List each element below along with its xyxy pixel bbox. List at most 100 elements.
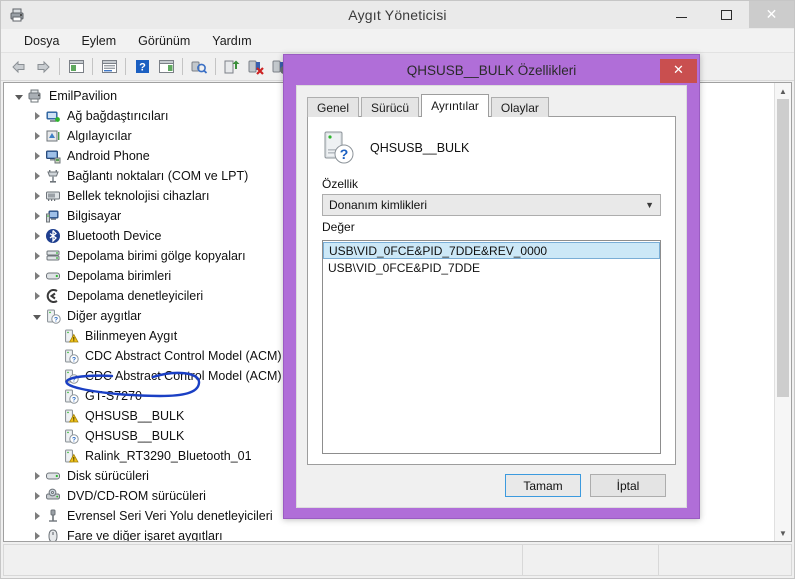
expand-chevron-icon[interactable] xyxy=(30,246,44,266)
tree-item-label: QHSUSB__BULK xyxy=(85,409,185,423)
expand-chevron-icon[interactable] xyxy=(30,506,44,526)
view-icon[interactable] xyxy=(154,55,178,78)
menu-item-dosya[interactable]: Dosya xyxy=(13,31,70,51)
cancel-button[interactable]: İptal xyxy=(590,474,666,497)
tree-item-label: Bluetooth Device xyxy=(67,229,162,243)
collapse-chevron-icon[interactable] xyxy=(12,86,26,106)
scrollbar-track[interactable] xyxy=(775,99,791,525)
status-pane-3 xyxy=(659,545,791,575)
update-driver-icon[interactable] xyxy=(220,55,244,78)
value-list-item[interactable]: USB\VID_0FCE&PID_7DDE&REV_0000 xyxy=(323,242,660,259)
storage-volume-icon xyxy=(45,268,61,284)
svg-text:?: ? xyxy=(54,316,58,323)
tab-genel[interactable]: Genel xyxy=(307,97,360,117)
dvd-drive-icon xyxy=(45,488,61,504)
tab-surucu[interactable]: Sürücü xyxy=(361,97,420,117)
expand-chevron-icon[interactable] xyxy=(30,146,44,166)
toolbar-separator xyxy=(215,58,216,75)
tree-item-label: Diğer aygıtlar xyxy=(67,309,142,323)
forward-icon[interactable] xyxy=(31,55,55,78)
value-list-item-text: USB\VID_0FCE&PID_7DDE&REV_0000 xyxy=(329,243,548,258)
back-icon[interactable] xyxy=(7,55,31,78)
menu-item-eylem[interactable]: Eylem xyxy=(70,31,127,51)
tree-item-label: Disk sürücüleri xyxy=(67,469,149,483)
device-header: ? QHSUSB__BULK xyxy=(322,129,661,167)
expand-chevron-icon[interactable] xyxy=(30,486,44,506)
help-icon[interactable]: ? xyxy=(130,55,154,78)
tree-item-label: Ağ bağdaştırıcıları xyxy=(67,109,169,123)
tree-item-label: DVD/CD-ROM sürücüleri xyxy=(67,489,206,503)
tree-item[interactable]: Fare ve diğer işaret aygıtları xyxy=(4,526,774,541)
tree-vertical-scrollbar[interactable]: ▲ ▼ xyxy=(774,83,791,541)
tree-item-label: GT-S7270 xyxy=(85,389,142,403)
dialog-body: Genel Sürücü Ayrıntılar Olaylar ? QHSUSB… xyxy=(296,85,687,508)
expand-chevron-icon[interactable] xyxy=(30,106,44,126)
unknown-device-icon: ? xyxy=(63,428,79,444)
warning-device-icon xyxy=(63,448,79,464)
expand-chevron-icon[interactable] xyxy=(30,286,44,306)
tree-item-label: Evrensel Seri Veri Yolu denetleyicileri xyxy=(67,509,273,523)
expand-chevron-icon[interactable] xyxy=(30,126,44,146)
svg-text:?: ? xyxy=(72,356,76,363)
collapse-chevron-icon[interactable] xyxy=(30,306,44,326)
scroll-up-icon[interactable]: ▲ xyxy=(775,83,791,99)
expand-chevron-icon[interactable] xyxy=(30,166,44,186)
value-list[interactable]: USB\VID_0FCE&PID_7DDE&REV_0000 USB\VID_0F… xyxy=(322,240,661,454)
unknown-device-icon: ? xyxy=(63,388,79,404)
storage-controller-icon xyxy=(45,288,61,304)
show-hide-console-tree-icon[interactable] xyxy=(64,55,88,78)
tree-item-label: Android Phone xyxy=(67,149,150,163)
property-label: Özellik xyxy=(322,177,359,191)
computer-small-icon xyxy=(45,208,61,224)
menu-item-gorunum[interactable]: Görünüm xyxy=(127,31,201,51)
expand-chevron-icon[interactable] xyxy=(30,186,44,206)
tree-item-label: CDC Abstract Control Model (ACM) xyxy=(85,369,282,383)
dialog-buttons: Tamam İptal xyxy=(307,465,676,499)
status-bar xyxy=(3,544,792,576)
toolbar-separator xyxy=(182,58,183,75)
tree-item-label: Bilgisayar xyxy=(67,209,122,223)
maximize-button[interactable] xyxy=(704,1,749,28)
tree-item-label: Depolama birimleri xyxy=(67,269,172,283)
tree-item-label: Depolama denetleyicileri xyxy=(67,289,204,303)
computer-icon xyxy=(27,88,43,104)
warning-device-icon xyxy=(63,328,79,344)
uninstall-device-icon[interactable] xyxy=(244,55,268,78)
status-pane-1 xyxy=(4,545,523,575)
scrollbar-thumb[interactable] xyxy=(777,99,789,398)
value-list-item[interactable]: USB\VID_0FCE&PID_7DDE xyxy=(324,259,659,276)
title-bar: Aygıt Yöneticisi ✕ xyxy=(1,1,794,29)
tab-olaylar[interactable]: Olaylar xyxy=(490,97,549,117)
device-properties-dialog: QHSUSB__BULK Özellikleri ✕ Genel Sürücü … xyxy=(283,54,700,519)
expand-chevron-icon[interactable] xyxy=(30,266,44,286)
toolbar-separator xyxy=(125,58,126,75)
unknown-device-icon: ? xyxy=(63,348,79,364)
memory-icon xyxy=(45,188,61,204)
value-list-item-text: USB\VID_0FCE&PID_7DDE xyxy=(328,260,481,275)
svg-text:?: ? xyxy=(72,376,76,383)
expand-chevron-icon[interactable] xyxy=(30,466,44,486)
tree-item-label: Ralink_RT3290_Bluetooth_01 xyxy=(85,449,252,463)
tab-ayrintilar[interactable]: Ayrıntılar xyxy=(421,94,489,117)
tree-item-label: Depolama birimi gölge kopyaları xyxy=(67,249,246,263)
properties-icon[interactable] xyxy=(97,55,121,78)
property-dropdown[interactable]: Donanım kimlikleri ▼ xyxy=(322,194,661,216)
expand-chevron-icon[interactable] xyxy=(30,526,44,541)
ok-button[interactable]: Tamam xyxy=(505,474,581,497)
scroll-down-icon[interactable]: ▼ xyxy=(775,525,791,541)
close-button[interactable]: ✕ xyxy=(749,1,794,28)
svg-text:?: ? xyxy=(340,146,349,162)
scan-hardware-changes-icon[interactable] xyxy=(187,55,211,78)
tree-item-label: Algılayıcılar xyxy=(67,129,132,143)
unknown-device-large-icon: ? xyxy=(322,129,356,168)
minimize-button[interactable] xyxy=(659,1,704,28)
menu-item-yardim[interactable]: Yardım xyxy=(201,31,262,51)
dialog-tabs: Genel Sürücü Ayrıntılar Olaylar xyxy=(307,94,676,117)
expand-chevron-icon[interactable] xyxy=(30,226,44,246)
expand-chevron-icon[interactable] xyxy=(30,206,44,226)
